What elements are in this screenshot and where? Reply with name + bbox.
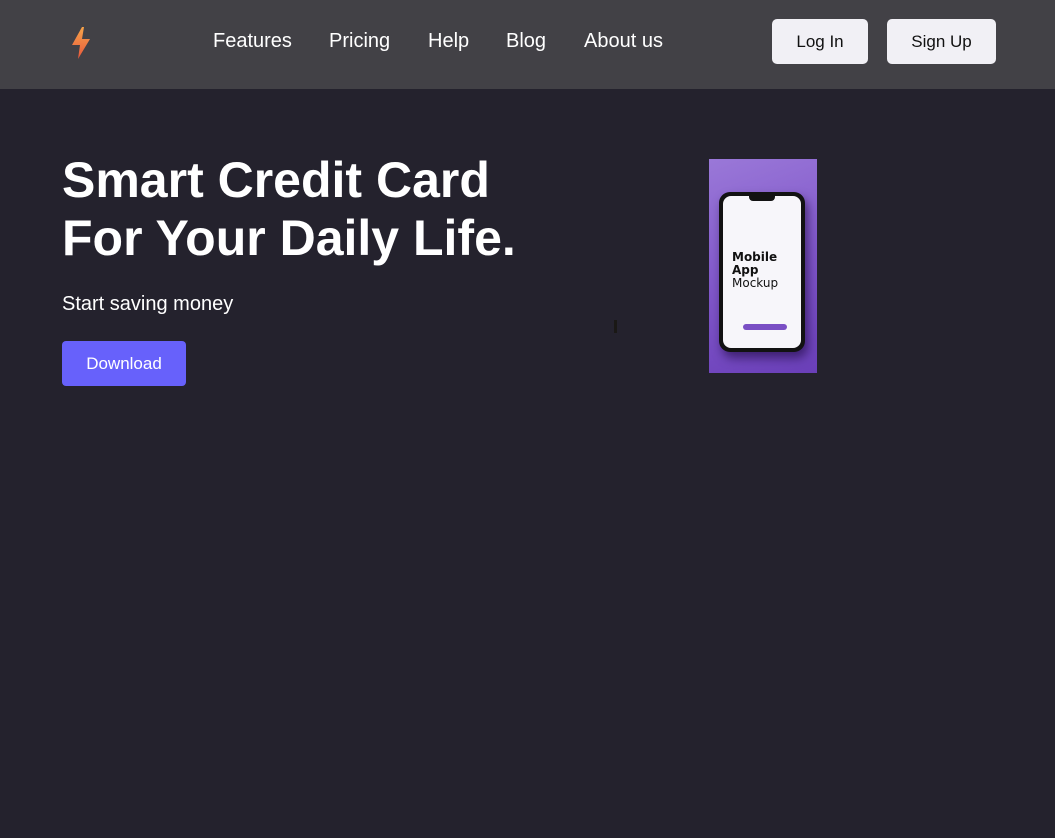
nav-link-features[interactable]: Features	[213, 30, 292, 52]
mockup-button	[743, 324, 787, 330]
download-button[interactable]: Download	[62, 341, 186, 386]
lightning-bolt-icon[interactable]	[69, 26, 93, 60]
hero-title: Smart Credit Card For Your Daily Life.	[62, 151, 622, 267]
mockup-text: Mobile App Mockup	[732, 251, 778, 290]
signup-button[interactable]: Sign Up	[887, 19, 996, 64]
phone-frame: Mobile App Mockup	[719, 192, 805, 352]
nav-link-help[interactable]: Help	[428, 30, 469, 52]
navbar: Features Pricing Help Blog About us Log …	[0, 0, 1055, 89]
nav-link-blog[interactable]: Blog	[506, 30, 546, 52]
phone-mockup-image: Mobile App Mockup	[709, 159, 817, 373]
nav-link-about-us[interactable]: About us	[584, 30, 663, 52]
login-button[interactable]: Log In	[772, 19, 868, 64]
nav-link-pricing[interactable]: Pricing	[329, 30, 390, 52]
hero-title-line-2: For Your Daily Life.	[62, 210, 516, 266]
phone-notch	[749, 196, 775, 201]
hero-subtitle: Start saving money	[62, 293, 234, 315]
mockup-title-3: Mockup	[732, 276, 779, 290]
phone-screen: Mobile App Mockup	[723, 196, 801, 348]
divider-mark	[614, 320, 617, 333]
hero-title-line-1: Smart Credit Card	[62, 152, 490, 208]
